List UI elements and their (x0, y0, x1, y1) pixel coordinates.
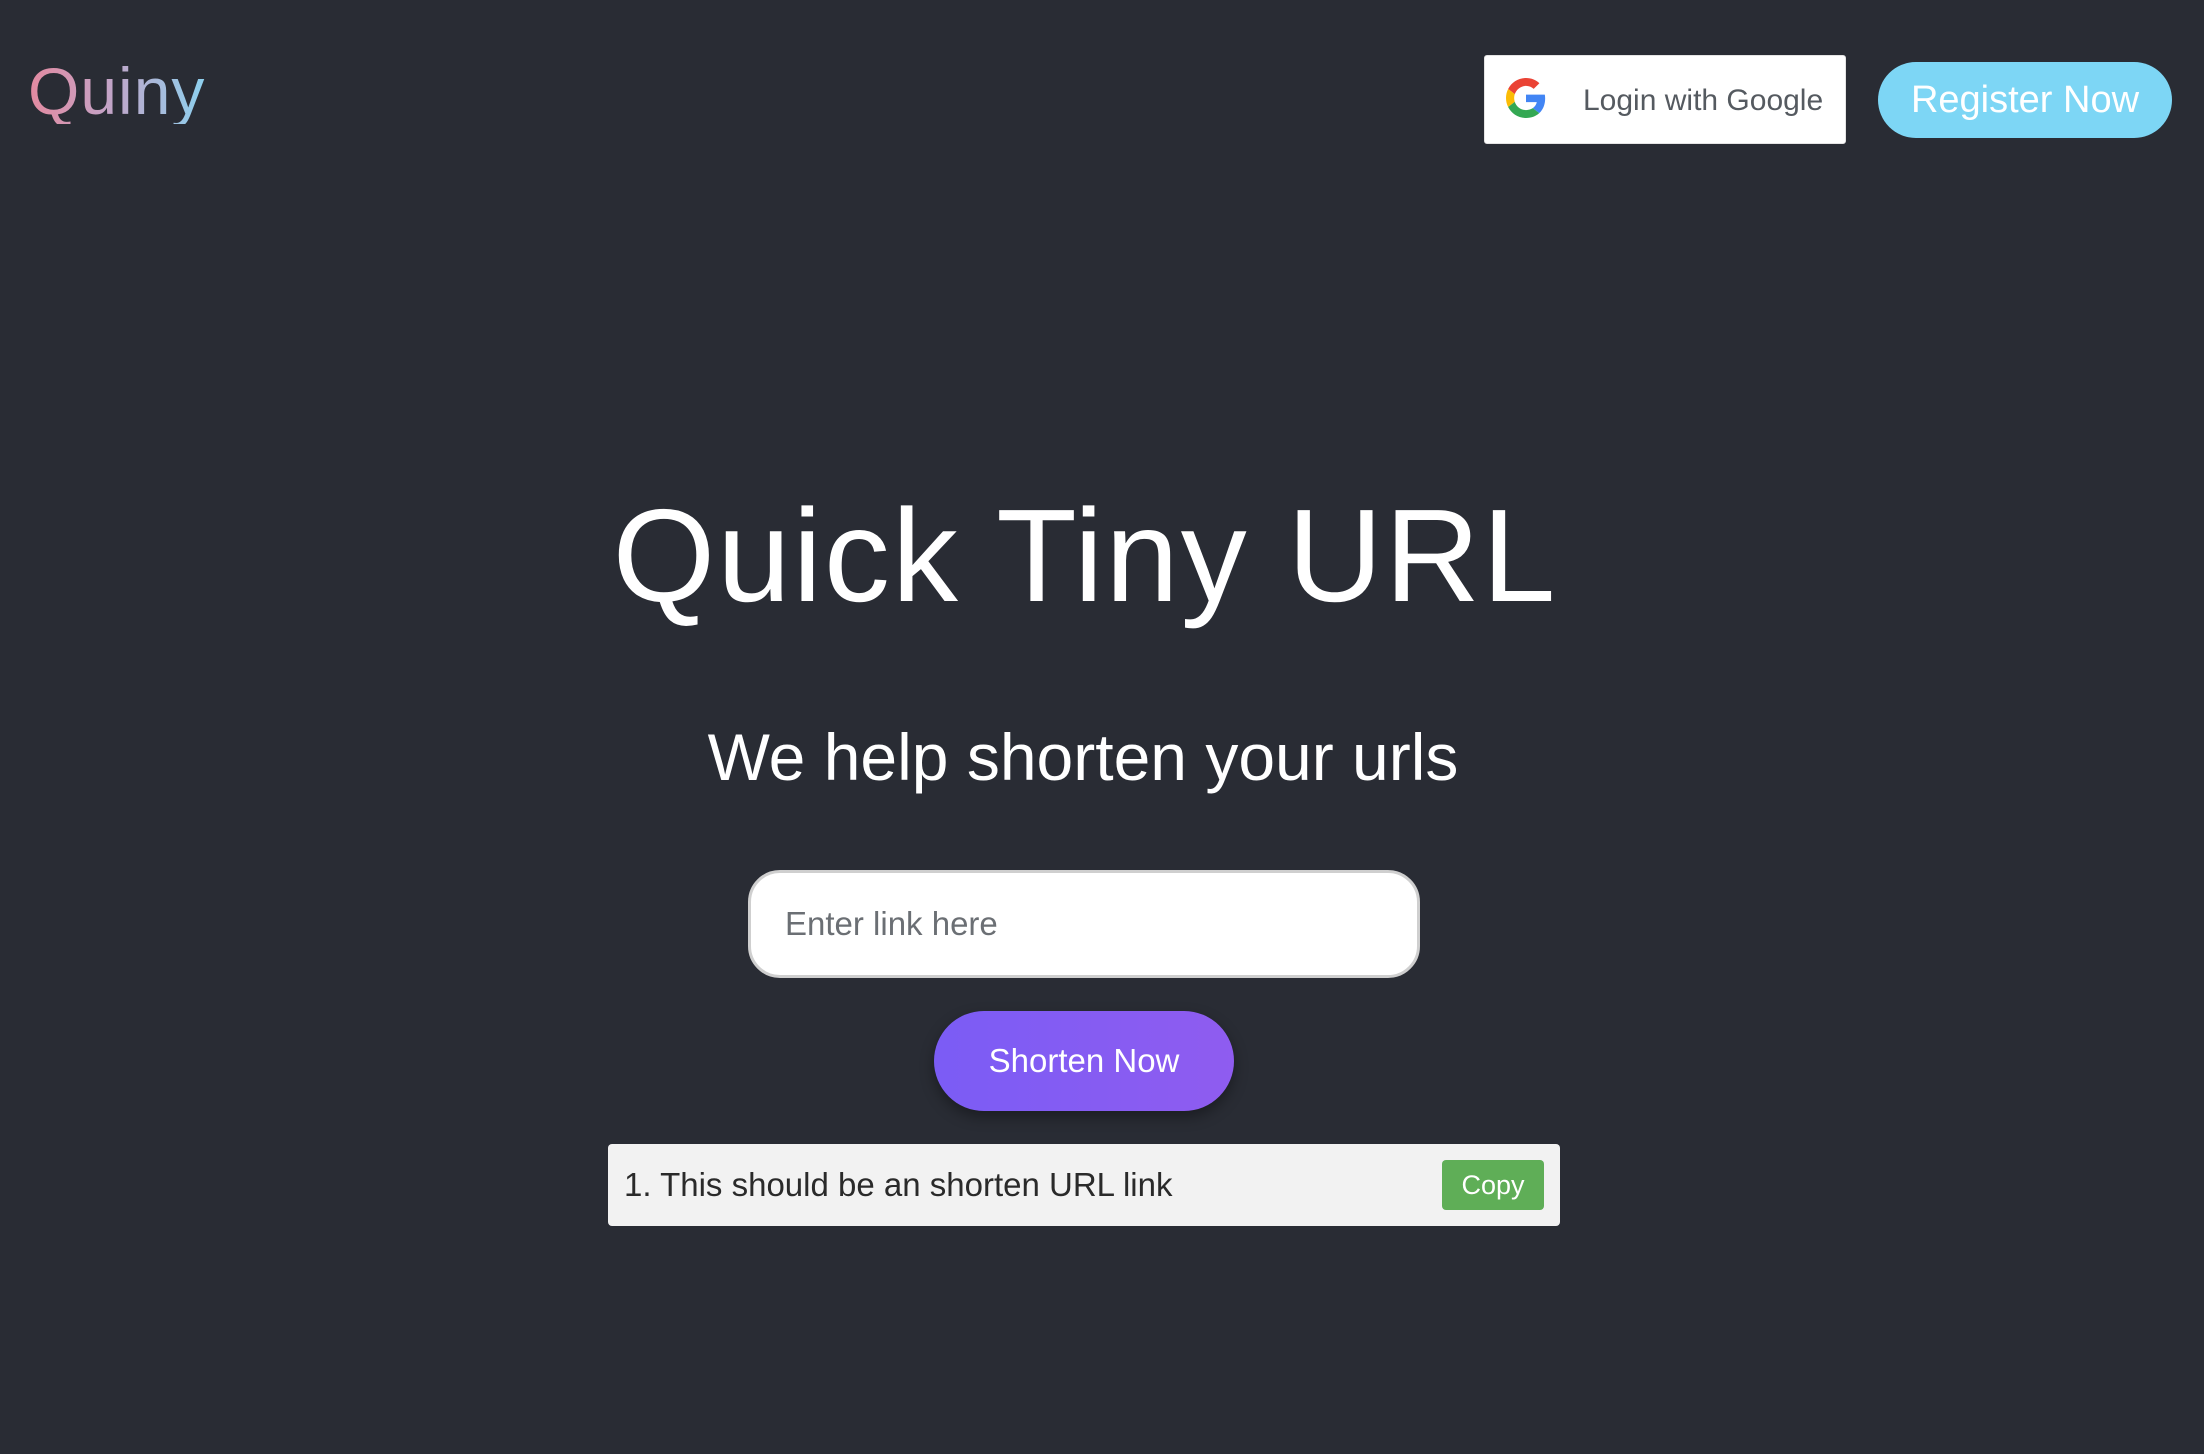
google-g-icon (1506, 78, 1546, 118)
hero-title: Quick Tiny URL (612, 482, 1558, 629)
link-input[interactable] (748, 870, 1420, 978)
shortened-url-text: 1. This should be an shorten URL link (624, 1166, 1173, 1203)
register-now-button[interactable]: Register Now (1878, 62, 2172, 138)
result-item: 1. This should be an shorten URL link Co… (608, 1144, 1560, 1226)
copy-button[interactable]: Copy (1442, 1160, 1544, 1210)
page: Quiny Login with Google Register Now Qui… (0, 0, 2204, 1454)
hero-subtitle: We help shorten your urls (707, 720, 1459, 794)
logo[interactable]: Quiny (28, 58, 205, 124)
shorten-now-button[interactable]: Shorten Now (934, 1011, 1234, 1111)
login-with-google-label: Login with Google (1583, 84, 1824, 117)
login-with-google-button[interactable]: Login with Google (1484, 55, 1846, 144)
